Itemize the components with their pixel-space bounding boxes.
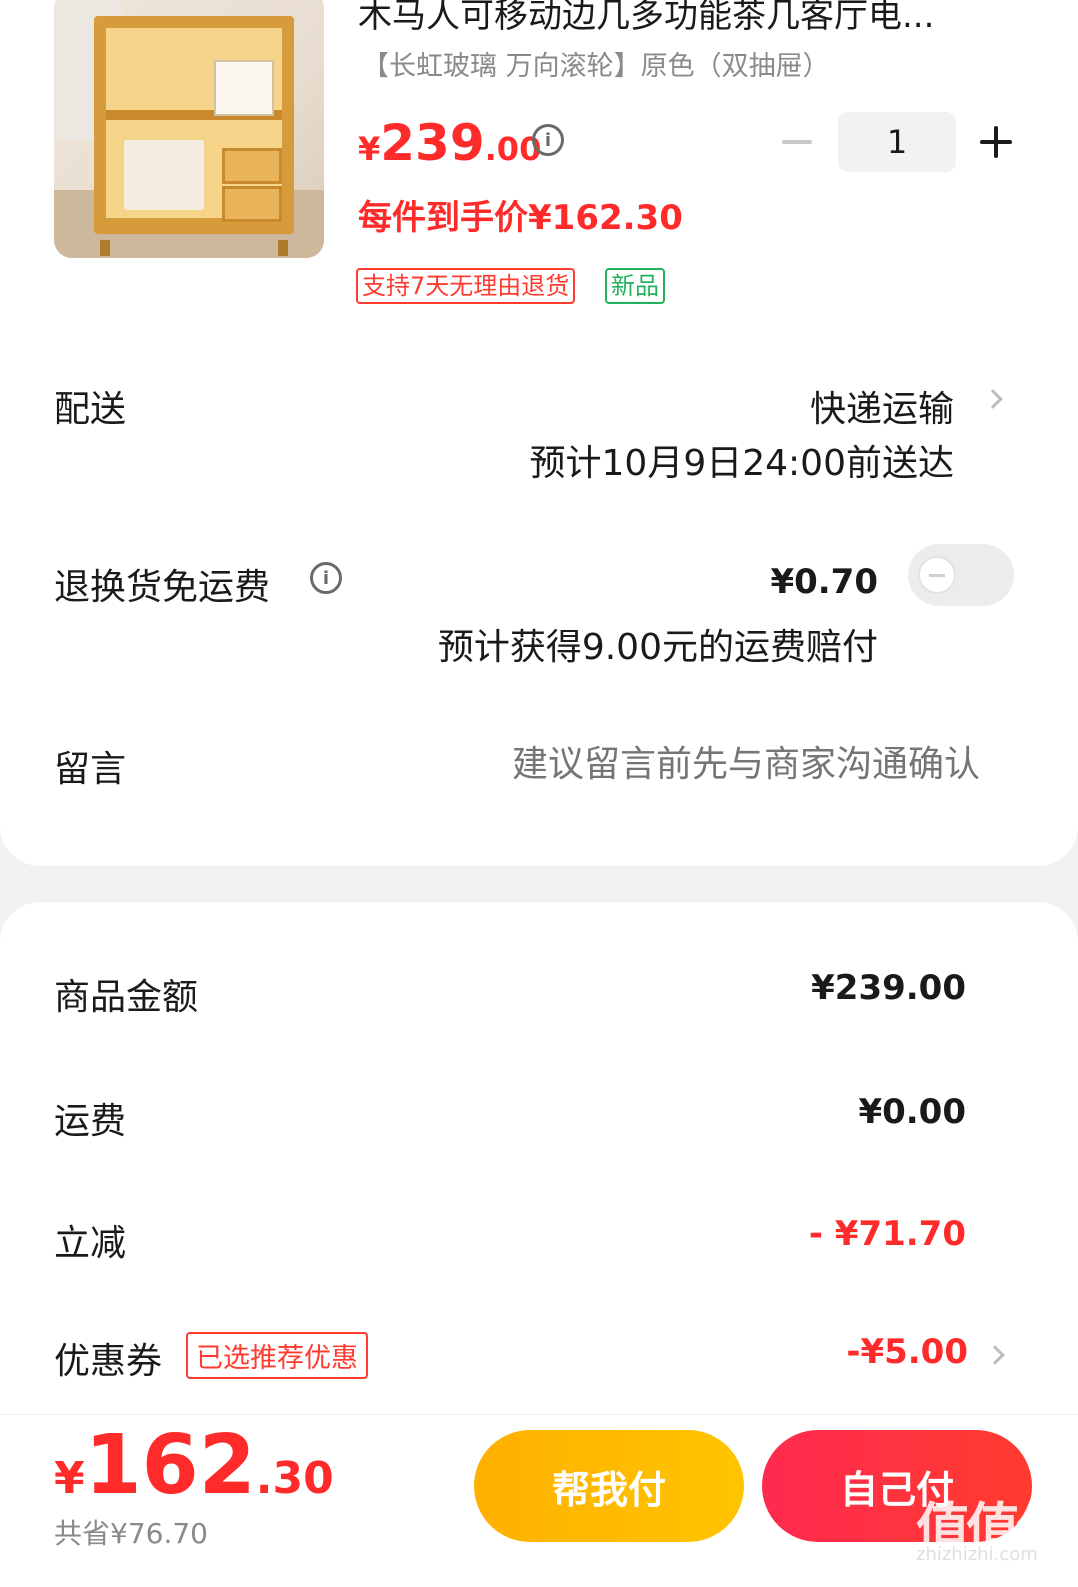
delivery-label: 配送: [54, 389, 127, 430]
coupon-label: 优惠券: [54, 1341, 163, 1382]
delivery-eta: 预计10月9日24:00前送达: [529, 443, 954, 484]
product-price: ¥239.00: [358, 114, 541, 172]
return-shipping-info-icon[interactable]: i: [310, 562, 342, 594]
watermark-url: zhizhizhi.com: [916, 1544, 1038, 1565]
discount-value: - ¥71.70: [808, 1214, 966, 1254]
product-image[interactable]: [54, 0, 324, 258]
return-shipping-note: 预计获得9.00元的运费赔付: [437, 627, 878, 668]
total-integer: 162: [84, 1418, 256, 1513]
goods-amount-value: ¥239.00: [811, 968, 966, 1008]
return-policy-tag: 支持7天无理由退货: [356, 268, 576, 304]
goods-amount-label: 商品金额: [54, 977, 199, 1018]
toggle-knob: [918, 556, 956, 594]
total-price: ¥162.30: [54, 1418, 334, 1513]
per-item-price: 每件到手价¥162.30: [358, 198, 683, 238]
total-decimal: .30: [255, 1453, 334, 1504]
message-label: 留言: [54, 749, 127, 790]
product-spec[interactable]: 【长虹玻璃 万向滚轮】原色（双抽屉）: [362, 44, 830, 83]
discount-label: 立减: [54, 1223, 127, 1264]
coupon-value[interactable]: -¥5.00: [700, 1332, 968, 1372]
order-card: 木马人可移动边几多功能茶几客厅电... 【长虹玻璃 万向滚轮】原色（双抽屉） ¥…: [0, 0, 1078, 866]
quantity-decrease-button[interactable]: [782, 124, 814, 160]
total-saved: 共省¥76.70: [54, 1517, 208, 1550]
return-shipping-toggle[interactable]: [908, 544, 1014, 606]
return-shipping-price: ¥0.70: [770, 562, 878, 602]
shipping-fee-value: ¥0.00: [858, 1092, 966, 1132]
product-title[interactable]: 木马人可移动边几多功能茶几客厅电...: [358, 0, 934, 37]
total-symbol: ¥: [54, 1453, 85, 1504]
price-symbol: ¥: [358, 130, 381, 168]
new-product-tag: 新品: [605, 268, 665, 304]
price-info-icon[interactable]: i: [532, 124, 564, 156]
return-shipping-label: 退换货免运费: [54, 567, 271, 608]
chevron-right-icon[interactable]: [983, 389, 1003, 409]
shipping-fee-label: 运费: [54, 1101, 127, 1142]
help-me-pay-button[interactable]: 帮我付: [474, 1430, 744, 1542]
price-integer: 239: [380, 114, 485, 172]
quantity-value[interactable]: 1: [838, 112, 956, 172]
coupon-recommended-tag[interactable]: 已选推荐优惠: [186, 1332, 368, 1379]
delivery-method[interactable]: 快递运输: [700, 380, 954, 432]
message-input[interactable]: [420, 734, 980, 794]
quantity-increase-button[interactable]: [980, 124, 1014, 160]
